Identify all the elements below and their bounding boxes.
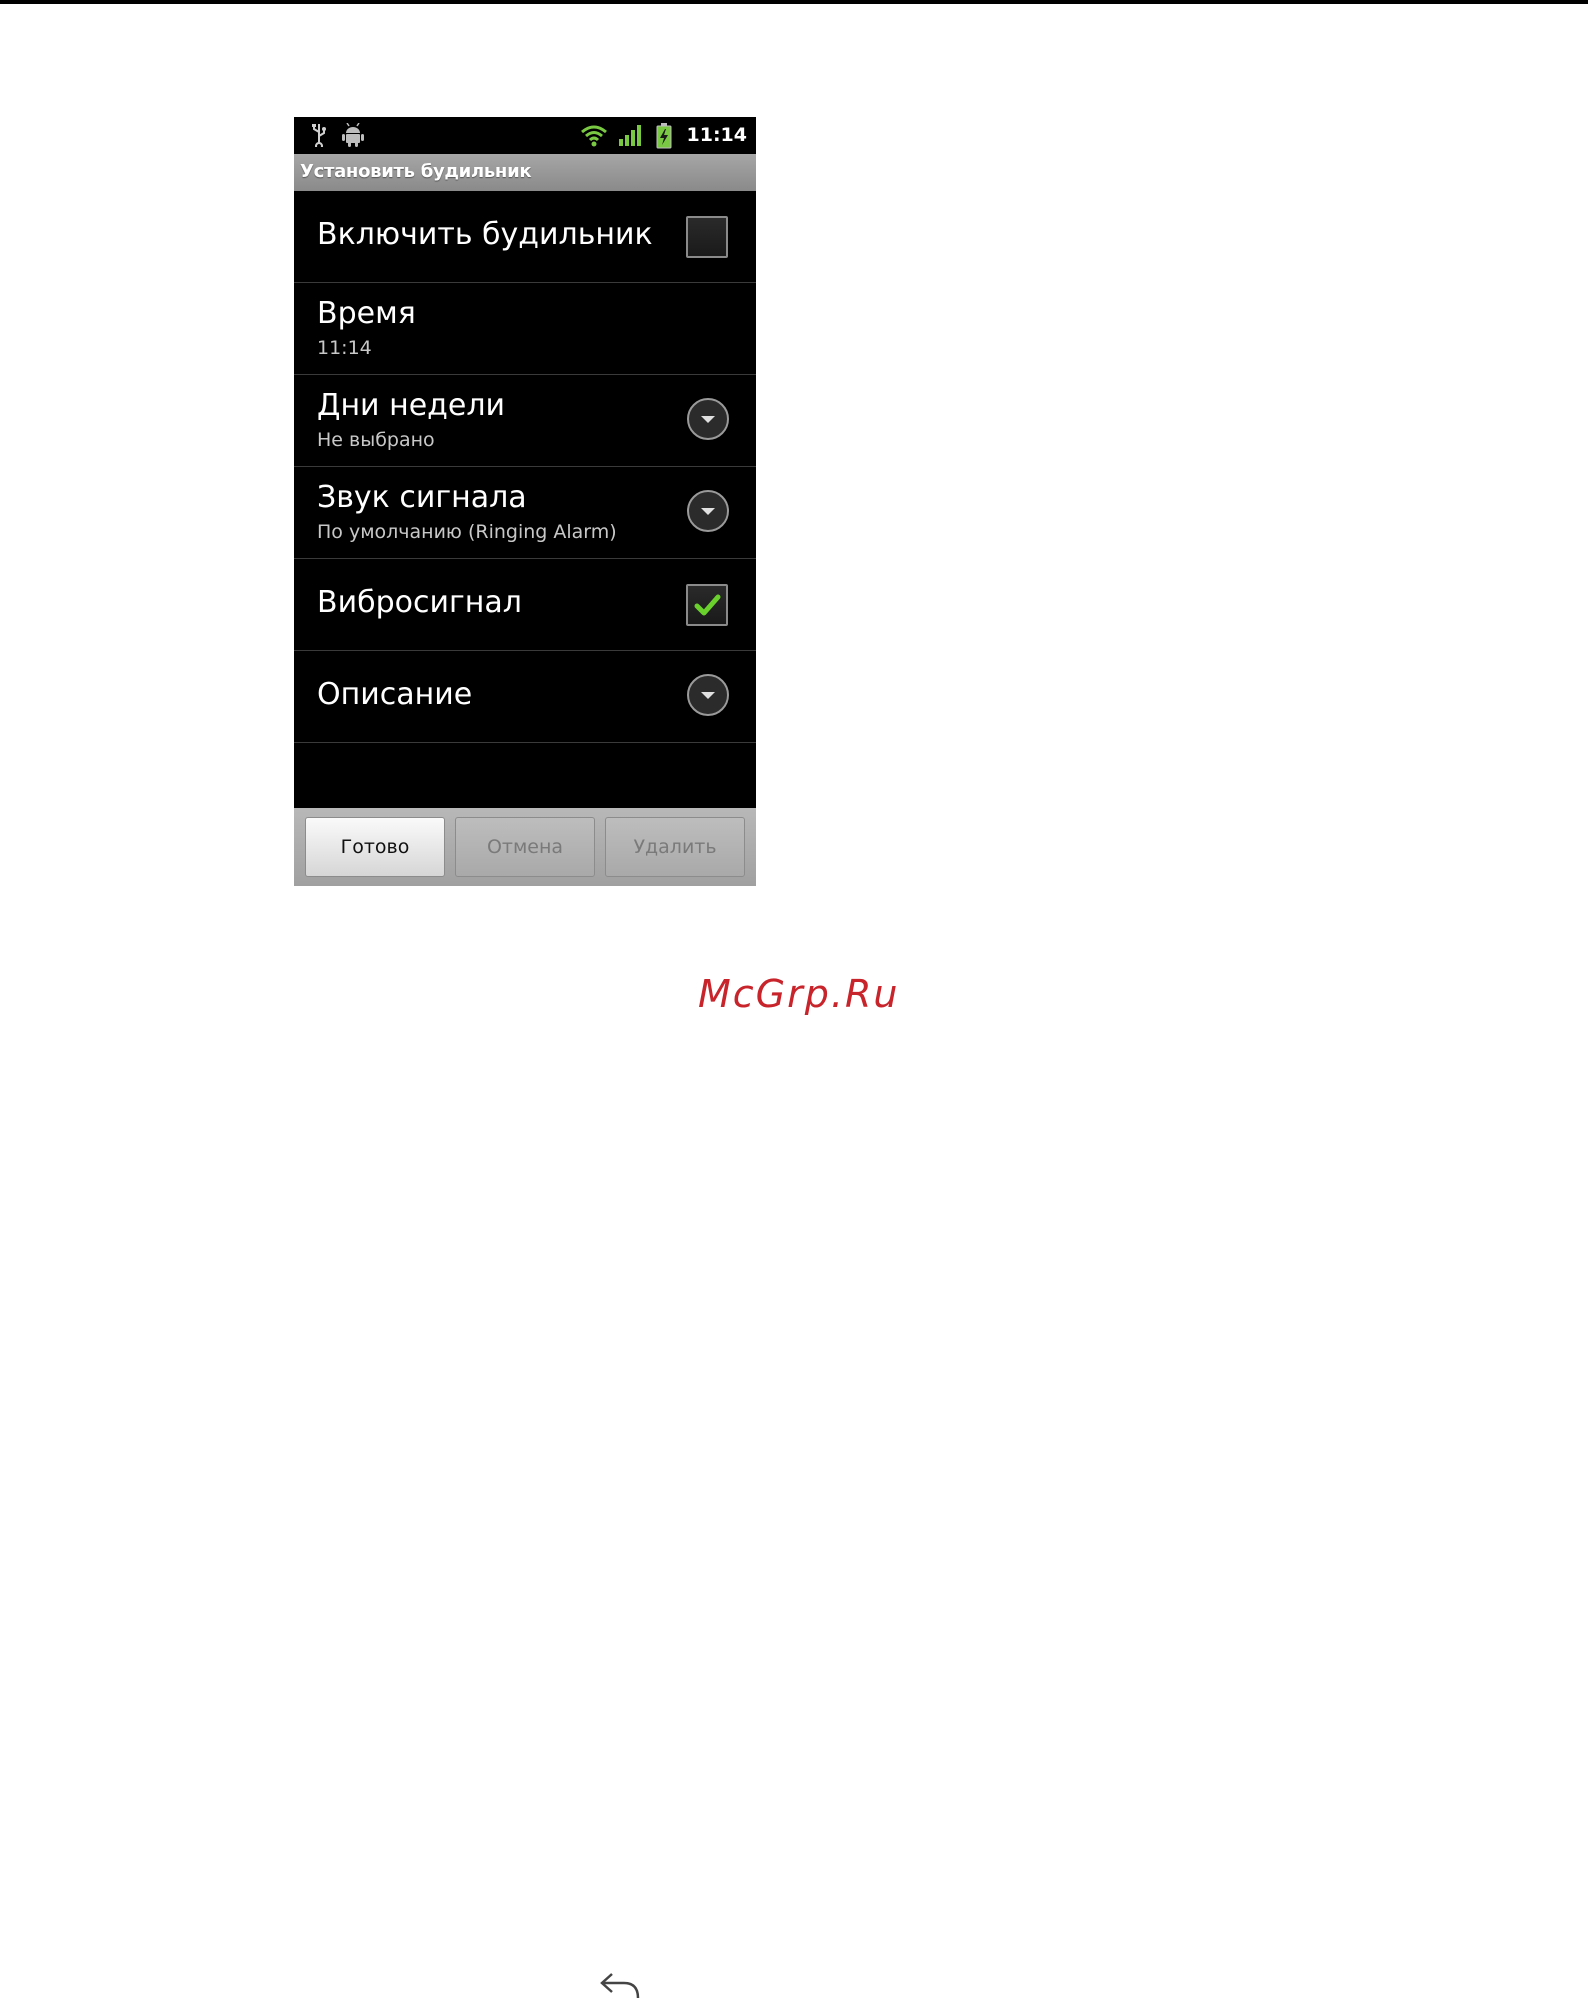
vibrate-checkbox[interactable] xyxy=(686,584,728,626)
watermark: McGrp.Ru xyxy=(698,972,900,1016)
button-bar: Готово Отмена Удалить xyxy=(294,808,756,886)
setting-sound-value: По умолчанию (Ringing Alarm) xyxy=(317,521,617,543)
android-debug-icon xyxy=(342,123,364,147)
setting-sound[interactable]: Звук сигнала По умолчанию (Ringing Alarm… xyxy=(294,467,756,559)
usb-icon xyxy=(312,124,326,147)
wifi-icon xyxy=(581,125,607,147)
setting-vibrate-label: Вибросигнал xyxy=(317,585,522,620)
setting-sound-label: Звук сигнала xyxy=(317,480,527,515)
setting-time-value: 11:14 xyxy=(317,337,372,359)
setting-enable-alarm[interactable]: Включить будильник xyxy=(294,191,756,283)
chevron-down-icon[interactable] xyxy=(686,673,730,717)
page-title: Установить будильник xyxy=(300,161,532,182)
chevron-down-icon[interactable] xyxy=(686,397,730,441)
phone-screen: 11:14 Установить будильник Включить буди… xyxy=(294,117,756,886)
battery-charging-icon xyxy=(656,123,672,149)
done-button[interactable]: Готово xyxy=(305,817,445,877)
setting-vibrate[interactable]: Вибросигнал xyxy=(294,559,756,651)
setting-description-label: Описание xyxy=(317,677,473,712)
title-bar: Установить будильник xyxy=(294,154,756,191)
cancel-button[interactable]: Отмена xyxy=(455,817,595,877)
setting-description[interactable]: Описание xyxy=(294,651,756,743)
checkmark-icon xyxy=(694,594,721,616)
status-bar: 11:14 xyxy=(294,117,756,154)
page-top-rule xyxy=(0,0,1588,4)
status-time: 11:14 xyxy=(686,124,747,146)
chevron-down-icon[interactable] xyxy=(686,489,730,533)
setting-time-label: Время xyxy=(317,296,416,331)
signal-icon xyxy=(619,125,641,146)
setting-days-value: Не выбрано xyxy=(317,429,435,451)
back-arrow-icon[interactable] xyxy=(598,1972,642,2001)
enable-alarm-checkbox[interactable] xyxy=(686,216,728,258)
delete-button[interactable]: Удалить xyxy=(605,817,745,877)
setting-days[interactable]: Дни недели Не выбрано xyxy=(294,375,756,467)
setting-days-label: Дни недели xyxy=(317,388,506,423)
setting-enable-alarm-label: Включить будильник xyxy=(317,217,653,252)
setting-time[interactable]: Время 11:14 xyxy=(294,283,756,375)
